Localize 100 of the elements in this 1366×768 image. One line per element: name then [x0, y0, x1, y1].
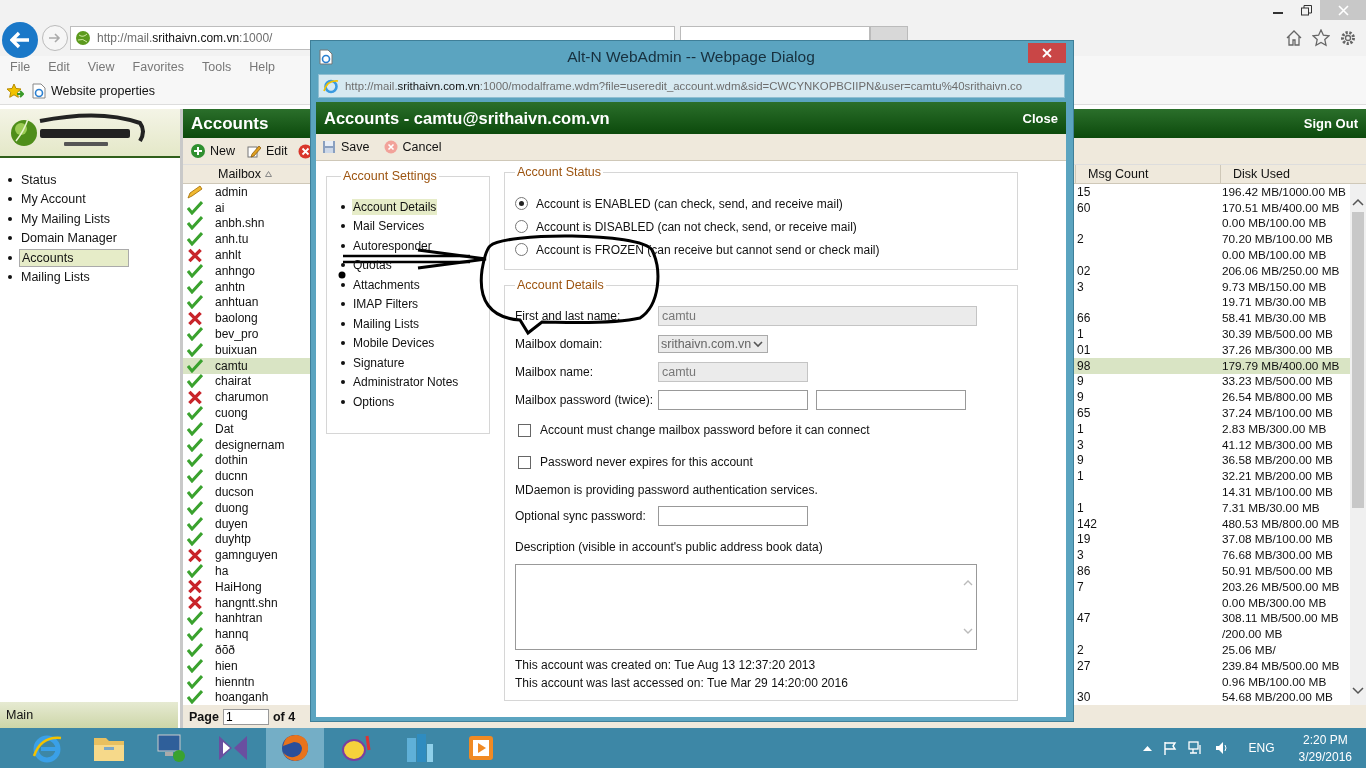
- password-field[interactable]: [658, 390, 808, 410]
- settings-link[interactable]: Autoresponder: [352, 237, 433, 254]
- settings-icon[interactable]: [1339, 29, 1357, 47]
- mailbox-cell[interactable]: Dat: [213, 420, 303, 437]
- sync-password-field[interactable]: [658, 506, 808, 526]
- settings-link[interactable]: Mobile Devices: [352, 335, 436, 352]
- close-icon: [1337, 4, 1349, 16]
- mailbox-cell[interactable]: anbh.shn: [213, 215, 303, 232]
- menu-item[interactable]: Edit: [48, 60, 70, 74]
- edit-button[interactable]: Edit: [245, 142, 290, 160]
- nav-link[interactable]: My Account: [19, 191, 88, 208]
- radio-button[interactable]: [515, 220, 528, 233]
- menu-item[interactable]: Favorites: [132, 60, 184, 74]
- column-header[interactable]: Disk Used: [1220, 165, 1366, 183]
- new-button[interactable]: New: [189, 142, 237, 160]
- checkbox[interactable]: [518, 455, 531, 469]
- mailbox-cell[interactable]: anhtuan: [213, 294, 303, 311]
- mailbox-cell[interactable]: dothin: [213, 452, 303, 469]
- menu-item[interactable]: View: [87, 60, 115, 74]
- mailbox-cell[interactable]: charumon: [213, 389, 303, 406]
- radio-button[interactable]: [515, 243, 528, 256]
- scroll-up-icon[interactable]: [1352, 198, 1364, 206]
- mailbox-cell[interactable]: camtu: [213, 357, 303, 374]
- mailbox-cell[interactable]: hien: [213, 657, 303, 674]
- msg-count-cell-text: 7: [1076, 578, 1085, 595]
- mailbox-cell[interactable]: hanhtran: [213, 610, 303, 627]
- taskbar-button[interactable]: [266, 728, 324, 768]
- radio-button[interactable]: [515, 197, 528, 210]
- menu-item[interactable]: Tools: [202, 60, 232, 74]
- mailbox-cell[interactable]: ha: [213, 563, 303, 579]
- column-header[interactable]: Mailbox: [213, 165, 303, 183]
- language-indicator[interactable]: ENG: [1248, 741, 1275, 755]
- page-number-field[interactable]: 1: [222, 708, 269, 725]
- mailbox-cell[interactable]: designernam: [213, 436, 303, 453]
- mailbox-cell[interactable]: ðõð: [213, 642, 303, 658]
- mailbox-cell[interactable]: gamnguyen: [213, 547, 303, 564]
- mailbox-cell[interactable]: hoanganh: [213, 689, 303, 705]
- column-header[interactable]: Msg Count: [1075, 165, 1220, 183]
- cancel-button[interactable]: Cancel: [381, 138, 444, 156]
- menu-item[interactable]: Help: [249, 60, 275, 74]
- mailbox-cell[interactable]: ducnn: [213, 468, 303, 485]
- checkbox-label: Password never expires for this account: [540, 455, 753, 469]
- mailbox-cell[interactable]: bev_pro: [213, 326, 303, 342]
- menu-item[interactable]: File: [10, 60, 31, 74]
- favorites-link[interactable]: Website properties: [32, 83, 155, 99]
- checkbox[interactable]: [518, 423, 531, 437]
- save-button[interactable]: Save: [320, 138, 372, 156]
- sign-out-link[interactable]: Sign Out: [1303, 116, 1358, 131]
- network-icon[interactable]: [1187, 741, 1204, 755]
- mailbox-cell[interactable]: anhlt: [213, 247, 303, 263]
- settings-link[interactable]: IMAP Filters: [352, 296, 420, 313]
- star-icon[interactable]: [1312, 29, 1330, 47]
- mailbox-cell[interactable]: admin: [213, 184, 303, 200]
- flag-icon[interactable]: [1162, 741, 1177, 755]
- close-button[interactable]: [1028, 42, 1066, 63]
- mailbox-cell[interactable]: ducson: [213, 484, 303, 500]
- nav-link[interactable]: Domain Manager: [19, 230, 119, 247]
- cross-icon: [187, 595, 203, 611]
- mailbox-cell[interactable]: duong: [213, 499, 303, 516]
- password-confirm-field[interactable]: [816, 390, 966, 410]
- mailbox-cell[interactable]: HaiHong: [213, 578, 303, 595]
- clock-time[interactable]: 2:20 PM: [1302, 732, 1348, 747]
- caret-icon[interactable]: [1142, 745, 1152, 751]
- volume-icon[interactable]: [1214, 741, 1229, 755]
- settings-link[interactable]: Account Details: [352, 198, 438, 215]
- mailbox-cell[interactable]: baolong: [213, 310, 303, 327]
- nav-link[interactable]: Mailing Lists: [19, 269, 92, 286]
- mailbox-cell[interactable]: anhngo: [213, 263, 303, 279]
- settings-link[interactable]: Attachments: [352, 276, 421, 293]
- nav-link[interactable]: Accounts: [19, 248, 129, 267]
- mailbox-cell[interactable]: hannq: [213, 626, 303, 643]
- nav-link[interactable]: Status: [19, 171, 59, 188]
- nav-link[interactable]: My Mailing Lists: [19, 210, 112, 227]
- settings-link[interactable]: Administrator Notes: [352, 374, 460, 391]
- mailbox-cell[interactable]: anh.tu: [213, 231, 303, 248]
- scrollbar[interactable]: [1350, 184, 1366, 705]
- home-icon[interactable]: [1285, 29, 1303, 47]
- panel-legend: Account Settings: [341, 169, 439, 183]
- mailbox-cell[interactable]: cuong: [213, 405, 303, 421]
- close-link[interactable]: Close: [1022, 110, 1058, 126]
- clock-date[interactable]: 3/29/2016: [1298, 749, 1352, 764]
- msg-count-cell-text: 47: [1076, 610, 1092, 627]
- mailbox-cell[interactable]: anhtn: [213, 278, 303, 295]
- mailbox-cell[interactable]: chairat: [213, 373, 303, 390]
- main-section-bar[interactable]: Main: [0, 702, 178, 728]
- globe-icon: [75, 30, 91, 46]
- back-button[interactable]: [2, 22, 38, 58]
- scroll-down-icon[interactable]: [1352, 687, 1364, 695]
- settings-link[interactable]: Mail Services: [352, 218, 426, 235]
- check-icon: [187, 216, 203, 231]
- mailbox-cell[interactable]: duyen: [213, 515, 303, 532]
- mailbox-cell[interactable]: hienntn: [213, 673, 303, 690]
- mailbox-cell[interactable]: ai: [213, 199, 303, 216]
- mailbox-cell[interactable]: duyhtp: [213, 531, 303, 548]
- mailbox-cell[interactable]: hangntt.shn: [213, 594, 303, 611]
- settings-link[interactable]: Mailing Lists: [352, 315, 421, 332]
- favorites-star-icon[interactable]: [6, 83, 24, 99]
- settings-link[interactable]: Options: [352, 393, 396, 410]
- settings-link[interactable]: Signature: [352, 354, 406, 371]
- mailbox-cell[interactable]: buixuan: [213, 341, 303, 358]
